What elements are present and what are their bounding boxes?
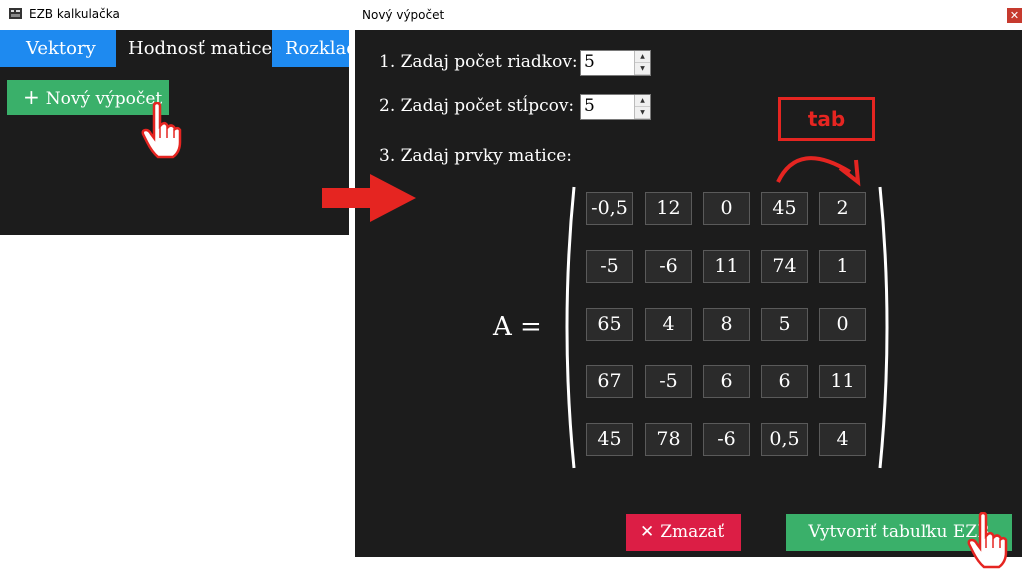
close-icon[interactable]: ✕ (1007, 8, 1022, 23)
app-icon (9, 8, 22, 19)
plus-icon: + (23, 85, 40, 109)
stepper-down-icon[interactable]: ▼ (635, 63, 650, 75)
matrix-cell[interactable]: 74 (761, 250, 808, 283)
matrix-cell[interactable]: 8 (703, 308, 750, 341)
clear-label: Zmazať (660, 522, 725, 542)
tab-vektory[interactable]: Vektory (0, 30, 116, 67)
rows-stepper[interactable]: 5 ▲ ▼ (580, 50, 651, 76)
x-icon: ✕ (640, 522, 655, 542)
elements-label: 3. Zadaj prvky matice: (379, 146, 573, 166)
matrix-cell[interactable]: 65 (586, 308, 633, 341)
stepper-up-icon[interactable]: ▲ (635, 95, 650, 107)
matrix-cell[interactable]: 45 (761, 192, 808, 225)
rows-value[interactable]: 5 (584, 52, 595, 72)
hand-cursor-icon (141, 102, 182, 159)
matrix-label: A = (493, 312, 542, 342)
stepper-up-icon[interactable]: ▲ (635, 51, 650, 63)
matrix-cell[interactable]: 0 (819, 308, 866, 341)
matrix-cell[interactable]: 0 (703, 192, 750, 225)
matrix-cell[interactable]: 11 (819, 365, 866, 398)
matrix-cell[interactable]: 5 (761, 308, 808, 341)
arrow-right-icon (322, 174, 416, 222)
matrix-cell[interactable]: -6 (703, 423, 750, 456)
matrix-cell[interactable]: 6 (703, 365, 750, 398)
matrix-cell[interactable]: -6 (645, 250, 692, 283)
matrix-cell[interactable]: 1 (819, 250, 866, 283)
matrix-cell[interactable]: 6 (761, 365, 808, 398)
matrix-cell[interactable]: -5 (586, 250, 633, 283)
dialog-title: Nový výpočet (362, 8, 445, 22)
matrix-cell[interactable]: -0,5 (586, 192, 633, 225)
tab-hodnost-matice[interactable]: Hodnosť matice (116, 30, 272, 67)
matrix-cell[interactable]: -5 (645, 365, 692, 398)
matrix-cell[interactable]: 11 (703, 250, 750, 283)
matrix-cell[interactable]: 0,5 (761, 423, 808, 456)
curved-arrow-icon (776, 156, 861, 187)
matrix-cell[interactable]: 4 (645, 308, 692, 341)
tab-hint-box: tab (778, 97, 875, 141)
clear-button[interactable]: ✕ Zmazať (626, 514, 741, 551)
matrix-cell[interactable]: 78 (645, 423, 692, 456)
matrix-cell[interactable]: 45 (586, 423, 633, 456)
main-window-title: EZB kalkulačka (29, 7, 120, 21)
cols-label: 2. Zadaj počet stĺpcov: (379, 96, 575, 116)
rows-label: 1. Zadaj počet riadkov: (379, 52, 578, 72)
cols-value[interactable]: 5 (584, 96, 595, 116)
hand-cursor-icon (967, 512, 1008, 569)
cols-stepper[interactable]: 5 ▲ ▼ (580, 94, 651, 120)
stepper-down-icon[interactable]: ▼ (635, 107, 650, 119)
matrix-cell[interactable]: 2 (819, 192, 866, 225)
matrix-cell[interactable]: 4 (819, 423, 866, 456)
matrix-cell[interactable]: 67 (586, 365, 633, 398)
left-bracket (565, 186, 576, 469)
tab-rozklad[interactable]: Rozklad (272, 30, 349, 67)
right-bracket (878, 186, 889, 469)
dialog-titlebar (355, 0, 1022, 30)
matrix-cell[interactable]: 12 (645, 192, 692, 225)
